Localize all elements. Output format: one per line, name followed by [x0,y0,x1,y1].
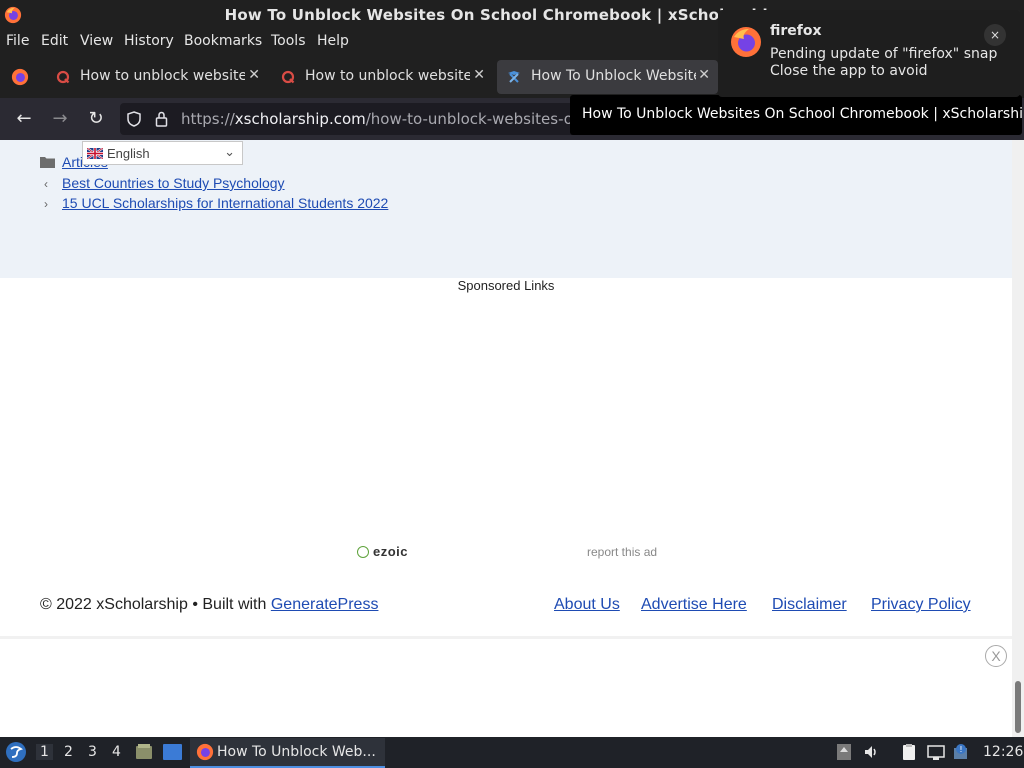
scrollbar-thumb[interactable] [1015,681,1021,733]
sticky-ad-bar: X [0,636,1012,737]
firefox-icon [731,27,761,57]
url-bar[interactable]: https://xscholarship.com/how-to-unblock-… [120,103,580,135]
chevron-right-icon: › [44,197,48,211]
close-icon[interactable]: ✕ [698,67,710,83]
taskbar-firefox-task[interactable]: How To Unblock Web... [190,738,385,768]
system-taskbar: 1 2 3 4 How To Unblock Web... ! 12:26 [0,737,1024,768]
file-manager-icon[interactable] [135,743,153,761]
notification-body: Pending update of "firefox" snap Close t… [770,46,1000,80]
url-text: https://xscholarship.com/how-to-unblock-… [181,110,580,128]
ad-close-button[interactable]: X [985,645,1007,667]
notification-app-name: firefox [770,23,822,39]
quora-favicon-icon [56,70,70,84]
tab-3-label: How To Unblock Website [531,68,696,84]
notification-line-2: Close the app to avoid [770,63,928,79]
menu-file[interactable]: File [6,33,29,49]
ezoic-logo[interactable]: ezoic [357,544,408,560]
generatepress-link[interactable]: GeneratePress [271,596,379,613]
start-menu-icon[interactable] [5,741,27,763]
privacy-policy-link[interactable]: Privacy Policy [871,596,971,614]
firefox-icon [196,743,214,761]
chevron-down-icon: ⌄ [224,144,235,159]
folder-icon [40,157,55,168]
volume-icon[interactable] [863,743,881,761]
uk-flag-icon [87,148,103,159]
url-prefix: https:// [181,110,235,128]
tracking-shield-icon[interactable] [127,111,141,127]
reload-icon[interactable]: ↻ [85,108,107,130]
previous-post-link[interactable]: Best Countries to Study Psychology [62,175,285,191]
workspace-2[interactable]: 2 [64,744,73,760]
language-selector[interactable]: English ⌄ [82,141,243,165]
copyright-text: © 2022 xScholarship • Built with [40,596,271,613]
ezoic-check-icon [357,546,369,558]
workspace-4[interactable]: 4 [112,744,121,760]
url-path: /how-to-unblock-websites-on-s [365,110,580,128]
clipboard-icon[interactable] [900,743,918,761]
next-post-link[interactable]: 15 UCL Scholarships for International St… [62,195,388,211]
xscholarship-favicon-icon [508,71,520,83]
svg-text:!: ! [959,745,962,754]
page-scrollbar[interactable] [1012,140,1024,737]
lock-icon[interactable] [155,111,168,127]
sponsored-links-label: Sponsored Links [457,278,555,293]
notification-close-button[interactable]: × [984,24,1006,46]
notification-line-1: Pending update of "firefox" snap [770,46,998,62]
tab-2-label: How to unblock websites [305,68,470,84]
close-icon[interactable]: ✕ [248,67,260,83]
firefox-view-icon[interactable] [11,68,29,86]
tooltip-text: How To Unblock Websites On School Chrome… [582,106,1024,122]
update-notifier-icon[interactable]: ! [953,743,971,761]
language-label: English [107,146,150,161]
menu-history[interactable]: History [124,33,174,49]
post-navigation: Articles English ⌄ ‹ Best Countries to S… [0,140,1012,278]
tab-tooltip: How To Unblock Websites On School Chrome… [570,95,1024,135]
about-us-link[interactable]: About Us [554,596,620,614]
url-domain: xscholarship.com [234,110,366,128]
menu-help[interactable]: Help [317,33,349,49]
menu-view[interactable]: View [80,33,113,49]
workspace-3[interactable]: 3 [88,744,97,760]
update-notification[interactable]: firefox Pending update of "firefox" snap… [718,10,1020,97]
upload-tray-icon[interactable] [835,743,853,761]
tab-1[interactable]: How to unblock websites ✕ [46,60,268,94]
menu-edit[interactable]: Edit [41,33,68,49]
menu-tools[interactable]: Tools [271,33,306,49]
web-page: Articles English ⌄ ‹ Best Countries to S… [0,140,1012,737]
close-icon[interactable]: ✕ [473,67,485,83]
network-icon[interactable] [927,743,945,761]
show-desktop-icon[interactable] [163,744,182,760]
tab-2[interactable]: How to unblock websites ✕ [271,60,493,94]
tab-1-label: How to unblock websites [80,68,245,84]
clock: 12:26 [983,744,1024,760]
forward-arrow-icon[interactable]: → [49,108,71,130]
disclaimer-link[interactable]: Disclaimer [772,596,847,614]
advertise-here-link[interactable]: Advertise Here [641,596,747,614]
chevron-left-icon: ‹ [44,177,48,191]
tab-3-active[interactable]: How To Unblock Website ✕ [497,60,718,94]
footer-copyright: © 2022 xScholarship • Built with Generat… [40,596,378,614]
menu-bookmarks[interactable]: Bookmarks [184,33,262,49]
report-ad-link[interactable]: report this ad [587,545,657,559]
workspace-1[interactable]: 1 [36,744,53,760]
quora-favicon-icon [281,70,295,84]
ezoic-label: ezoic [373,544,409,559]
task-label: How To Unblock Web... [217,744,376,760]
back-arrow-icon[interactable]: ← [13,108,35,130]
